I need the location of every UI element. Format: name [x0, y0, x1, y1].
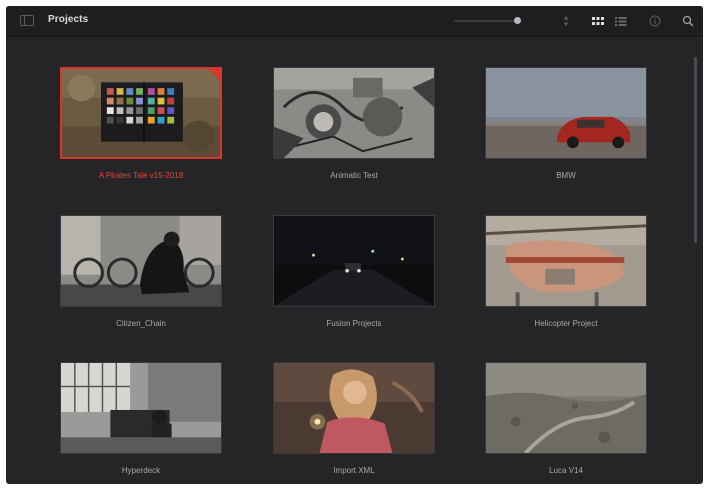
project-thumbnail[interactable] [60, 362, 222, 454]
project-name[interactable]: Helicopter Project [475, 319, 657, 328]
project-tile-citizen-chain[interactable]: Citizen_Chain [60, 215, 222, 335]
project-thumbnail[interactable] [273, 362, 435, 454]
page-title: Projects [48, 14, 89, 25]
project-name[interactable]: BMW [475, 171, 657, 180]
project-name[interactable]: Citizen_Chain [50, 319, 232, 328]
project-tile-a-pirates-tale[interactable]: A Pirates Tale v15-2018 [60, 67, 222, 187]
project-thumbnail[interactable] [273, 67, 435, 159]
project-tile-animatic-test[interactable]: Animatic Test [273, 67, 435, 187]
project-name[interactable]: Luca V14 [475, 466, 657, 475]
project-thumbnail[interactable] [273, 215, 435, 307]
project-tile-helicopter-project[interactable]: Helicopter Project [485, 215, 647, 335]
project-tile-hyperdeck[interactable]: Hyperdeck [60, 362, 222, 482]
scrollbar-thumb[interactable] [694, 57, 697, 243]
top-bar: Projects [6, 6, 703, 37]
project-tile-bmw[interactable]: BMW [485, 67, 647, 187]
info-icon[interactable] [648, 14, 662, 28]
project-grid: A Pirates Tale v15-2018 Animatic Test BM… [6, 37, 703, 484]
sidebar-toggle-icon[interactable] [20, 15, 34, 26]
project-name[interactable]: Animatic Test [263, 171, 445, 180]
project-thumbnail[interactable] [60, 215, 222, 307]
list-view-icon[interactable] [614, 14, 628, 28]
project-manager-window: Projects A Pirates Tale v15-2018 Animati… [6, 6, 703, 484]
project-name[interactable]: Hyperdeck [50, 466, 232, 475]
project-name[interactable]: Fusion Projects [263, 319, 445, 328]
thumbnail-zoom-handle[interactable] [514, 17, 521, 24]
project-thumbnail[interactable] [60, 67, 222, 159]
project-thumbnail[interactable] [485, 362, 647, 454]
grid-view-icon[interactable] [591, 14, 605, 28]
project-tile-luca-v14[interactable]: Luca V14 [485, 362, 647, 482]
project-name[interactable]: A Pirates Tale v15-2018 [50, 171, 232, 180]
project-tile-import-xml[interactable]: Import XML [273, 362, 435, 482]
project-tile-fusion-projects[interactable]: Fusion Projects [273, 215, 435, 335]
sort-icon[interactable] [559, 14, 573, 28]
project-thumbnail[interactable] [485, 67, 647, 159]
project-name[interactable]: Import XML [263, 466, 445, 475]
project-thumbnail[interactable] [485, 215, 647, 307]
search-icon[interactable] [681, 14, 695, 28]
thumbnail-zoom-slider[interactable] [454, 20, 520, 22]
